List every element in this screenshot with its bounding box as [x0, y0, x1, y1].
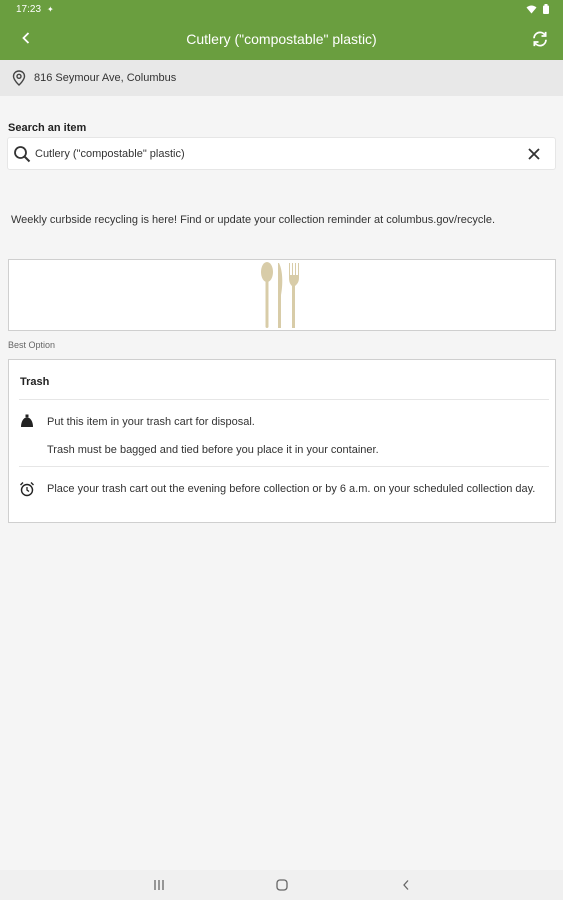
recycling-notice: Weekly curbside recycling is here! Find … [11, 214, 496, 226]
disposal-instruction: Put this item in your trash cart for dis… [47, 416, 255, 428]
chevron-left-icon [403, 880, 409, 890]
close-icon [528, 147, 540, 160]
divider [19, 399, 549, 400]
refresh-button[interactable] [529, 28, 551, 50]
system-back-button[interactable] [397, 877, 415, 893]
app-bar: Cutlery ("compostable" plastic) [0, 18, 563, 60]
location-address: 816 Seymour Ave, Columbus [34, 72, 177, 84]
bagging-instruction: Trash must be bagged and tied before you… [47, 444, 379, 456]
disposal-card: Trash Put this item in your trash cart f… [8, 359, 556, 523]
search-box [7, 137, 556, 170]
search-label: Search an item [8, 122, 87, 134]
page-title: Cutlery ("compostable" plastic) [186, 31, 377, 47]
trash-bag-icon [19, 413, 35, 429]
location-bar[interactable]: 816 Seymour Ave, Columbus [0, 60, 563, 96]
clear-search-button[interactable] [519, 139, 549, 169]
search-icon [14, 145, 31, 162]
best-option-label: Best Option [8, 340, 56, 350]
cutlery-icon [261, 262, 299, 328]
home-button[interactable] [273, 877, 291, 893]
chevron-left-icon [22, 32, 30, 44]
back-button[interactable] [16, 28, 36, 48]
item-image [8, 259, 556, 331]
status-bar: 17:23 ✦ [0, 0, 563, 18]
home-icon [276, 879, 288, 891]
alarm-clock-icon [19, 481, 35, 497]
refresh-icon [533, 31, 547, 47]
search-input[interactable] [35, 147, 519, 160]
divider [19, 466, 549, 467]
wifi-icon [526, 5, 537, 13]
battery-icon [543, 4, 549, 14]
recent-apps-button[interactable] [150, 877, 168, 893]
location-pin-icon [12, 70, 26, 86]
recent-apps-icon [154, 880, 164, 890]
card-title: Trash [20, 376, 50, 388]
navigation-bar [0, 870, 563, 900]
status-time: 17:23 [16, 3, 42, 15]
notification-icon: ✦ [47, 4, 54, 14]
collection-time-instruction: Place your trash cart out the evening be… [47, 483, 536, 495]
